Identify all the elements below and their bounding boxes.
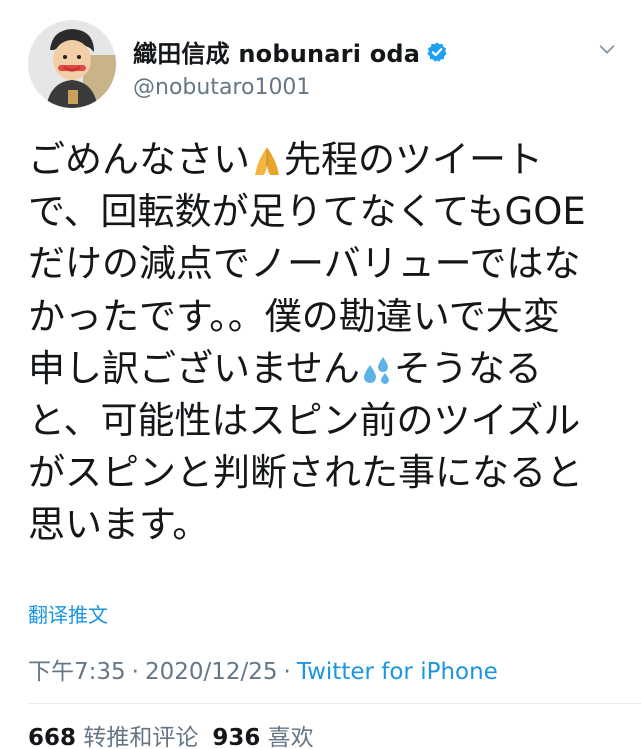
tweet-source-link[interactable]: Twitter for iPhone (297, 659, 498, 685)
likes-count: 936 (212, 725, 261, 749)
verified-badge-icon (427, 41, 447, 62)
author-handle[interactable]: @nobutaro1001 (133, 75, 448, 100)
author-names: 織田信成 nobunari oda @nobutaro1001 (133, 34, 448, 100)
tweet-text-line: ごめんなさい (28, 138, 250, 181)
chevron-down-icon[interactable] (596, 38, 618, 60)
tweet-text-line: 思います。 (28, 503, 210, 547)
translate-tweet-link[interactable]: 翻译推文 (28, 599, 108, 628)
retweets-count: 668 (28, 725, 77, 749)
likes-stat[interactable]: 936 喜欢 (212, 725, 313, 749)
tweet-text-line: 先程のツイート (284, 138, 543, 181)
folded-hands-icon (255, 147, 279, 175)
display-name-row: 織田信成 nobunari oda (133, 34, 448, 69)
meta-separator: · (131, 659, 139, 685)
tweet-text-line: かったです。。僕の勘違いで大変 (28, 294, 560, 338)
stats-divider (28, 703, 641, 704)
author-display-name[interactable]: 織田信成 nobunari oda (133, 34, 420, 69)
sweat-droplets-icon (363, 356, 389, 384)
avatar-photo-icon (28, 20, 116, 108)
tweet-text-line: で、回転数が足りてなくてもGOE (28, 190, 586, 234)
tweet-time[interactable]: 下午7:35 (28, 659, 126, 685)
tweet-text-line: だけの減点でノーバリューではな (28, 242, 581, 286)
author-avatar[interactable] (28, 20, 116, 108)
tweet-date[interactable]: 2020/12/25 (145, 659, 278, 685)
tweet-text-line: そうなる (393, 346, 542, 390)
meta-separator: · (283, 659, 291, 685)
likes-label: 喜欢 (267, 725, 314, 749)
tweet-text-line: と、可能性はスピン前のツイズル (28, 399, 581, 443)
tweet-meta: 下午7:35 · 2020/12/25 · Twitter for iPhone (28, 652, 498, 686)
tweet-header: 織田信成 nobunari oda @nobutaro1001 (28, 20, 628, 110)
retweets-label: 转推和评论 (83, 725, 199, 749)
tweet-stats: 668 转推和评论 936 喜欢 (28, 718, 314, 749)
tweet-text: ごめんなさい 先程のツイート で、回転数が足りてなくてもGOE だけの減点でノーバ… (28, 134, 608, 552)
tweet-text-line: がスピンと判断された事になると (28, 451, 583, 495)
retweets-stat[interactable]: 668 转推和评论 (28, 725, 198, 749)
tweet-text-line: 申し訳ございません (28, 346, 360, 390)
